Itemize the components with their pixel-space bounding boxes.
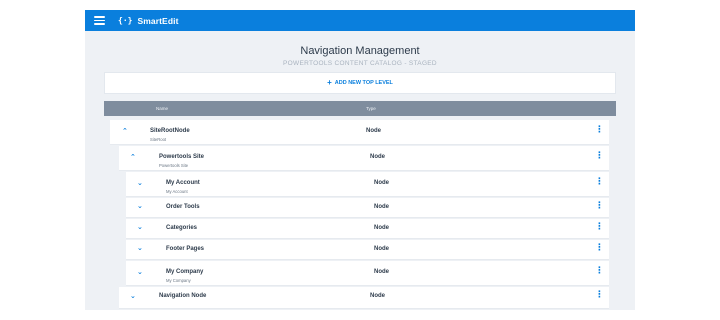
hamburger-icon[interactable] bbox=[94, 16, 105, 25]
node-type: Node bbox=[374, 269, 389, 275]
node-name: Footer Pages bbox=[166, 246, 205, 252]
more-options-icon[interactable]: ⋮ bbox=[595, 290, 604, 299]
expand-chevron-icon[interactable]: ⌄ bbox=[137, 180, 143, 187]
tree-row-my-account[interactable]: ⌄ My Account My Account Node ⋮ bbox=[126, 172, 609, 197]
node-name: My Account bbox=[166, 180, 200, 186]
more-options-icon[interactable]: ⋮ bbox=[595, 177, 604, 186]
more-options-icon[interactable]: ⋮ bbox=[595, 222, 604, 231]
node-name: SiteRootNode bbox=[150, 128, 190, 134]
node-name: Powertools Site bbox=[159, 154, 205, 160]
page-title: Navigation Management bbox=[300, 45, 420, 57]
node-type: Node bbox=[366, 128, 381, 134]
more-options-icon[interactable]: ⋮ bbox=[595, 266, 604, 275]
node-name: Categories bbox=[166, 225, 198, 231]
add-new-top-level-button[interactable]: + ADD NEW TOP LEVEL bbox=[104, 72, 616, 94]
node-type: Node bbox=[370, 293, 385, 299]
node-subtitle: Powertools Site bbox=[159, 163, 189, 168]
smartedit-logo-icon: {·} bbox=[118, 16, 133, 25]
plus-icon: + bbox=[327, 78, 332, 87]
table-header: Name Type bbox=[104, 101, 616, 116]
expand-chevron-icon[interactable]: ⌄ bbox=[137, 269, 143, 276]
tree-row-siterootnode[interactable]: ⌃ SiteRootNode SiteRoot Node ⋮ bbox=[110, 120, 609, 145]
node-type: Node bbox=[374, 225, 389, 231]
collapse-chevron-icon[interactable]: ⌃ bbox=[122, 128, 128, 135]
node-subtitle: My Account bbox=[166, 189, 188, 194]
more-options-icon[interactable]: ⋮ bbox=[595, 125, 604, 134]
more-options-icon[interactable]: ⋮ bbox=[595, 201, 604, 210]
expand-chevron-icon[interactable]: ⌄ bbox=[130, 293, 136, 300]
tree-row-footer-pages[interactable]: ⌄ Footer Pages Node ⋮ bbox=[126, 240, 609, 260]
node-name: Order Tools bbox=[166, 204, 200, 210]
tree-row-powertools-site[interactable]: ⌃ Powertools Site Powertools Site Node ⋮ bbox=[119, 146, 609, 171]
expand-chevron-icon[interactable]: ⌄ bbox=[137, 245, 143, 252]
node-name: Navigation Node bbox=[159, 293, 207, 299]
node-type: Node bbox=[374, 246, 389, 252]
node-subtitle: My Company bbox=[166, 278, 191, 283]
expand-chevron-icon[interactable]: ⌄ bbox=[137, 224, 143, 231]
tree-row-my-company[interactable]: ⌄ My Company My Company Node ⋮ bbox=[126, 261, 609, 286]
app-title: SmartEdit bbox=[137, 15, 179, 26]
more-options-icon[interactable]: ⋮ bbox=[595, 243, 604, 252]
node-type: Node bbox=[374, 180, 389, 186]
tree-row-navigation-node[interactable]: ⌄ Navigation Node Node ⋮ bbox=[119, 287, 609, 309]
collapse-chevron-icon[interactable]: ⌃ bbox=[130, 154, 136, 161]
node-subtitle: SiteRoot bbox=[150, 137, 167, 142]
more-options-icon[interactable]: ⋮ bbox=[595, 151, 604, 160]
column-header-name: Name bbox=[156, 106, 169, 111]
top-bar: {·} SmartEdit bbox=[85, 10, 635, 31]
app-frame: {·} SmartEdit Navigation Management POWE… bbox=[85, 10, 635, 310]
page-subtitle: POWERTOOLS CONTENT CATALOG - STAGED bbox=[283, 60, 437, 67]
tree-row-categories[interactable]: ⌄ Categories Node ⋮ bbox=[126, 219, 609, 239]
expand-chevron-icon[interactable]: ⌄ bbox=[137, 203, 143, 210]
tree-row-order-tools[interactable]: ⌄ Order Tools Node ⋮ bbox=[126, 198, 609, 218]
node-type: Node bbox=[370, 154, 385, 160]
add-new-top-level-label: ADD NEW TOP LEVEL bbox=[334, 80, 393, 86]
column-header-type: Type bbox=[366, 106, 376, 111]
node-name: My Company bbox=[166, 269, 204, 275]
node-type: Node bbox=[374, 204, 389, 210]
